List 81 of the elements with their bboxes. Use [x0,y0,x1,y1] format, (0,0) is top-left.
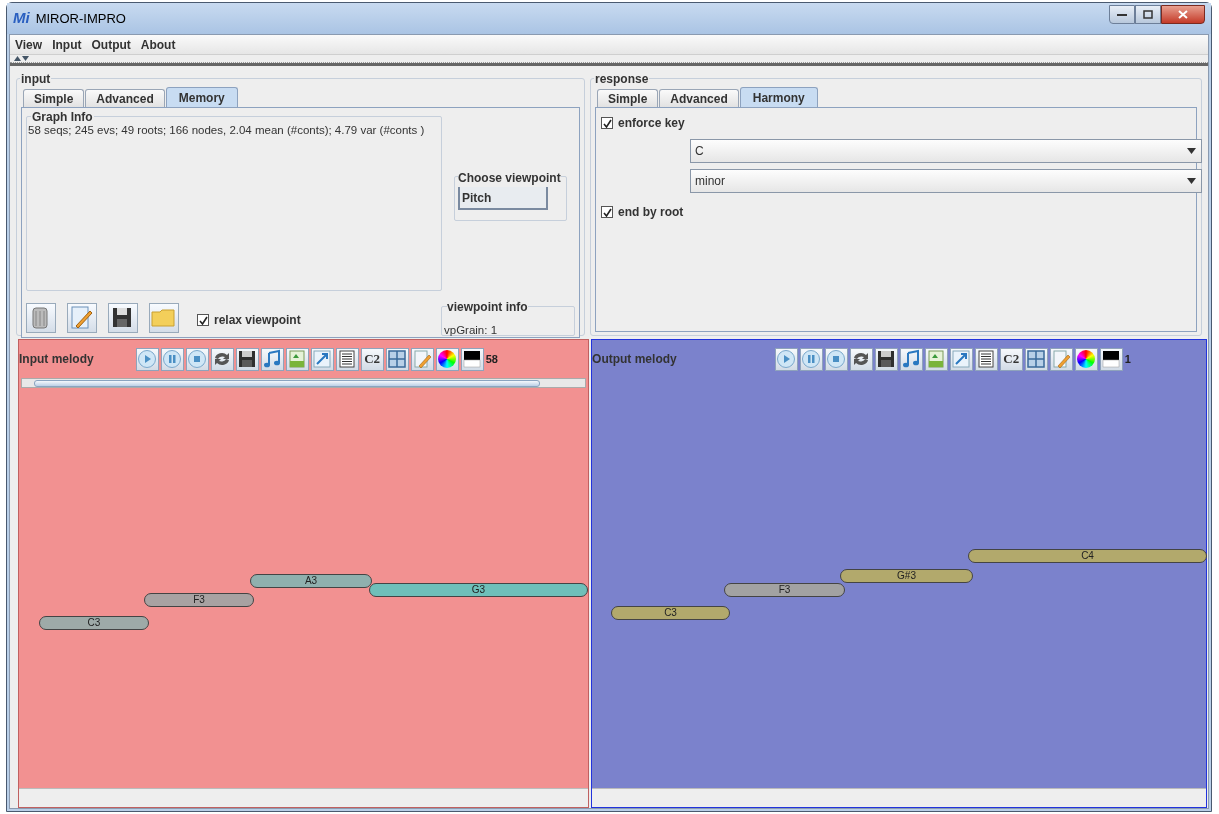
key-dropdown[interactable]: C [690,139,1202,163]
note-bar[interactable]: C3 [611,606,731,620]
tab[interactable]: Advanced [659,89,739,107]
checkbox[interactable] [601,117,613,129]
maximize-icon [1143,10,1153,19]
tab[interactable]: Memory [165,87,238,107]
app-logo: Mi [13,8,30,29]
checkbox-label: relax viewpoint [214,312,301,329]
close-button[interactable] [1161,5,1205,24]
image-file-icon [926,349,947,369]
maximize-button[interactable] [1135,5,1161,24]
note-bar[interactable]: G#3 [840,569,974,583]
checkbox[interactable] [601,206,613,218]
toolbar-button[interactable] [974,347,998,371]
pencil-page-icon [1051,349,1072,369]
delete-button[interactable] [26,303,56,333]
horizontal-scrollbar[interactable] [21,378,587,388]
play-icon [137,349,158,369]
color-wheel-icon [1077,350,1096,368]
note-bar[interactable]: C4 [968,549,1208,563]
toolbar-button[interactable] [460,347,484,371]
count-label: 58 [485,351,498,367]
grid-icon [1026,349,1047,369]
toolbar-button[interactable]: C2 [360,347,384,371]
pause-icon [162,349,183,369]
note-bar[interactable]: G3 [369,583,588,597]
toolbar-button[interactable] [874,347,898,371]
grid-icon [387,349,408,369]
tab[interactable]: Simple [23,89,85,107]
check-icon [602,118,612,128]
menu-item[interactable]: Input [52,35,82,54]
play-icon [776,349,797,369]
checkbox-label: end by root [618,204,684,221]
stop-icon [826,349,847,369]
menu-item[interactable]: About [140,35,176,54]
viewpoint-info-text: vpGrain: 1 [444,324,498,336]
tab[interactable]: Harmony [739,87,818,107]
menu-item[interactable]: Output [91,35,131,54]
toolbar-button[interactable] [435,347,459,371]
color-wheel-icon [438,350,457,368]
tab[interactable]: Advanced [85,89,165,107]
toolbar-button[interactable] [210,347,234,371]
close-icon [1178,10,1188,19]
check-icon [198,315,208,325]
panel-title: Output melody [592,351,677,368]
toolbar-button[interactable] [849,347,873,371]
scrollbar-thumb[interactable] [34,379,540,387]
lines-icon [337,349,358,369]
window-title: MIROR-IMPRO [35,9,126,28]
pause-icon [801,349,822,369]
check-icon [602,207,612,217]
pencil-page-icon [412,349,433,369]
lines-icon [976,349,997,369]
note-bar[interactable]: F3 [724,583,846,597]
tab[interactable]: Simple [597,89,659,107]
toolbar-button[interactable] [1074,347,1098,371]
mode-dropdown[interactable]: minor [690,169,1202,193]
toolbar-button[interactable] [1099,347,1123,371]
menu-item[interactable]: View [15,35,43,54]
graph-info-text: 58 seqs; 245 evs; 49 roots; 166 nodes, 2.04 mean (#conts); 4.79 var (#conts ) [28,124,426,137]
checkbox-label: enforce key [618,115,685,132]
dropdown-arrow-icon [1187,178,1196,184]
edit-button[interactable] [67,303,97,333]
count-label: 1 [1124,351,1131,367]
image-file-icon [287,349,308,369]
contrast-icon [462,349,483,369]
dropdown-arrow-icon [1187,148,1196,154]
music-note-icon [262,349,283,369]
checkbox[interactable] [197,314,209,326]
toolbar-button[interactable]: C2 [999,347,1023,371]
toolbar-button[interactable] [235,347,259,371]
save-button[interactable] [108,303,138,333]
toolbar-button[interactable] [335,347,359,371]
note-bar[interactable]: C3 [39,616,149,630]
note-bar[interactable]: F3 [144,593,254,607]
note-bar[interactable]: A3 [250,574,372,588]
minimize-button[interactable] [1109,5,1135,24]
stop-icon [187,349,208,369]
contrast-icon [1101,349,1122,369]
music-note-icon [901,349,922,369]
panel-title: Input melody [19,351,94,368]
